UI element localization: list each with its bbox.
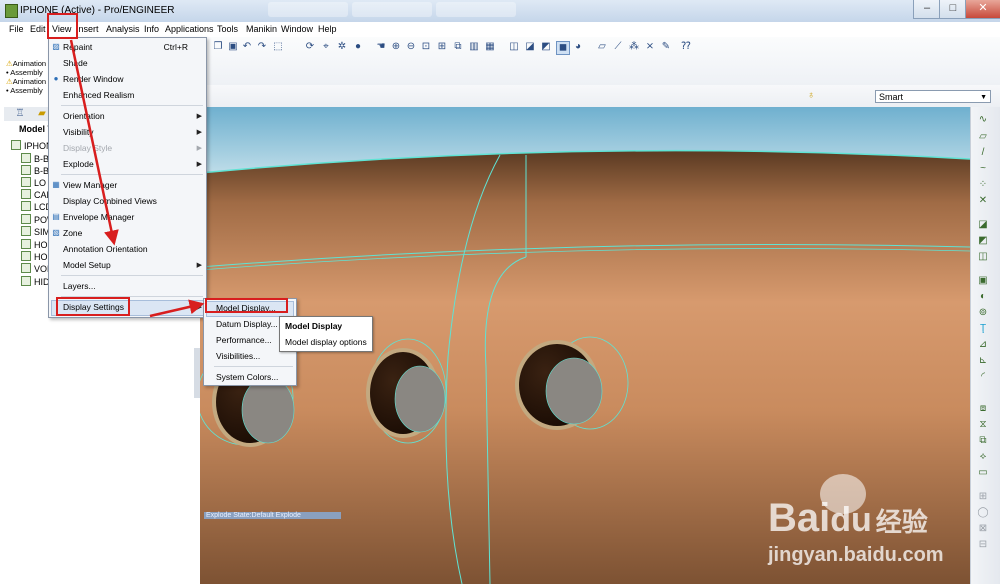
arrow-to-model-display <box>149 299 205 318</box>
watermark-brand2: du <box>830 501 872 539</box>
watermark: Baidu 经验 jingyan.baidu.com <box>760 472 980 572</box>
watermark-url: jingyan.baidu.com <box>768 544 944 566</box>
watermark-chinese: 经验 <box>875 507 928 537</box>
arrow-to-display-settings <box>69 39 119 246</box>
watermark-brand: Bai <box>768 496 831 540</box>
